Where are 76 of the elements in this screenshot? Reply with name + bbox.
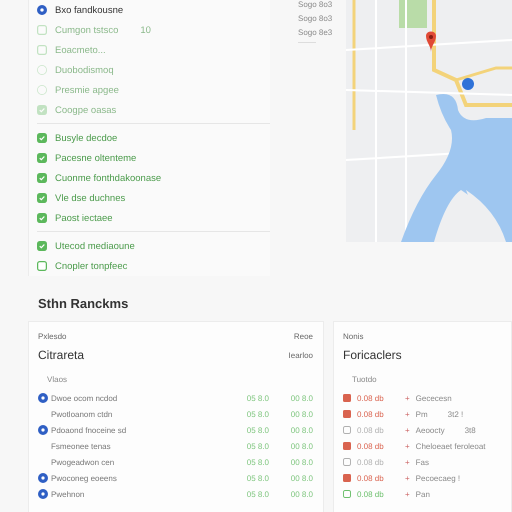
card-note: Iearloo bbox=[288, 350, 313, 360]
side-note: Sogo 8e3 bbox=[298, 28, 332, 37]
row-value: 05 8.0 bbox=[246, 474, 269, 482]
row-code: 0.08 db bbox=[357, 474, 385, 482]
filter-option[interactable]: Utecod mediaoune bbox=[37, 236, 270, 256]
row-value: 05 8.0 bbox=[246, 490, 269, 498]
row-label: Pwogeadwon cen bbox=[51, 458, 116, 466]
card-label: Reoe bbox=[294, 332, 313, 341]
row-value: 00 8.0 bbox=[290, 394, 313, 402]
radio-selected-icon bbox=[37, 5, 47, 15]
row-label: Dwoe ocom ncdod bbox=[51, 394, 118, 402]
row-sign: + bbox=[405, 474, 410, 482]
row-code: 0.08 db bbox=[357, 442, 385, 450]
side-note: Sogo 8o3 bbox=[298, 0, 332, 9]
row-label: Fsmeonee tenas bbox=[51, 442, 112, 450]
row-label: Fas bbox=[416, 458, 430, 466]
option-count: 10 bbox=[140, 24, 151, 36]
card-subheading: Vlaos bbox=[47, 375, 68, 384]
row-sign: + bbox=[405, 458, 410, 466]
row-value: 00 8.0 bbox=[290, 442, 313, 450]
row-value: 00 8.0 bbox=[290, 410, 313, 418]
row-code: 0.08 db bbox=[357, 490, 385, 498]
row-value: 00 8.0 bbox=[290, 458, 313, 466]
filter-option[interactable]: Paost iectaee bbox=[37, 208, 270, 228]
checkbox-checked-icon bbox=[37, 241, 47, 251]
filter-option[interactable]: Busyle decdoe bbox=[37, 128, 270, 148]
row-code: 0.08 db bbox=[357, 394, 385, 402]
row-code: 0.08 db bbox=[357, 458, 385, 466]
row-value: 05 8.0 bbox=[246, 442, 269, 450]
checkbox-icon bbox=[37, 45, 47, 55]
filter-option[interactable]: Vle dse duchnes bbox=[37, 188, 270, 208]
checkbox-checked-icon bbox=[37, 133, 47, 143]
row-label: Pm bbox=[416, 410, 428, 418]
row-label: Pan bbox=[416, 490, 430, 498]
row-value: 05 8.0 bbox=[246, 394, 269, 402]
card-label: Pxlesdo bbox=[38, 332, 66, 341]
card-title: Foricaclers bbox=[343, 348, 402, 362]
row-label: Pwehnon bbox=[51, 490, 86, 498]
row-value: 00 8.0 bbox=[290, 490, 313, 498]
filter-option[interactable]: Cuonme fonthdakoonase bbox=[37, 168, 270, 188]
row-sign: + bbox=[405, 490, 410, 498]
row-sign: + bbox=[405, 410, 410, 418]
checkbox-checked-icon bbox=[37, 173, 47, 183]
row-label: Pecoecaeg ! bbox=[416, 474, 460, 482]
checkbox-icon bbox=[37, 25, 47, 35]
row-value: 00 8.0 bbox=[290, 474, 313, 482]
row-sign: + bbox=[405, 394, 410, 402]
filter-option[interactable]: Bxo fandkousne bbox=[37, 0, 270, 20]
card-label: Nonis bbox=[343, 332, 364, 341]
row-value: 05 8.0 bbox=[246, 458, 269, 466]
card-subheading: Tuotdo bbox=[352, 375, 378, 384]
row-note: 3t8 bbox=[464, 426, 476, 434]
row-sign: + bbox=[405, 426, 410, 434]
side-note: Sogo 8o3 bbox=[298, 14, 332, 23]
row-value: 05 8.0 bbox=[246, 410, 269, 418]
section-title: Sthn Ranckms bbox=[38, 296, 130, 311]
row-note: 3t2 ! bbox=[448, 410, 464, 418]
checkbox-checked-icon bbox=[37, 193, 47, 203]
checkbox-checked-icon bbox=[37, 153, 47, 163]
checkbox-checked-icon bbox=[37, 105, 47, 115]
checkbox-icon bbox=[37, 261, 47, 271]
checkbox-checked-icon bbox=[37, 213, 47, 223]
row-label: Pwoconeg eoeens bbox=[51, 474, 118, 482]
filter-option[interactable]: Cnopler tonpfeec bbox=[37, 256, 270, 276]
card-title: Citrareta bbox=[38, 348, 84, 362]
row-sign: + bbox=[405, 442, 410, 450]
row-label: Aeoocty bbox=[416, 426, 445, 434]
filter-option[interactable]: Pacesne oltenteme bbox=[37, 148, 270, 168]
row-value: 05 8.0 bbox=[246, 426, 269, 434]
row-code: 0.08 db bbox=[357, 426, 385, 434]
row-label: Pwotloanom ctdn bbox=[51, 410, 114, 418]
row-label: Gececesn bbox=[416, 394, 452, 402]
row-label: Pdoaond fnoceine sd bbox=[51, 426, 128, 434]
row-value: 00 8.0 bbox=[290, 426, 313, 434]
row-code: 0.08 db bbox=[357, 410, 385, 418]
row-label: Cheloeaet feroleoat bbox=[416, 442, 486, 450]
